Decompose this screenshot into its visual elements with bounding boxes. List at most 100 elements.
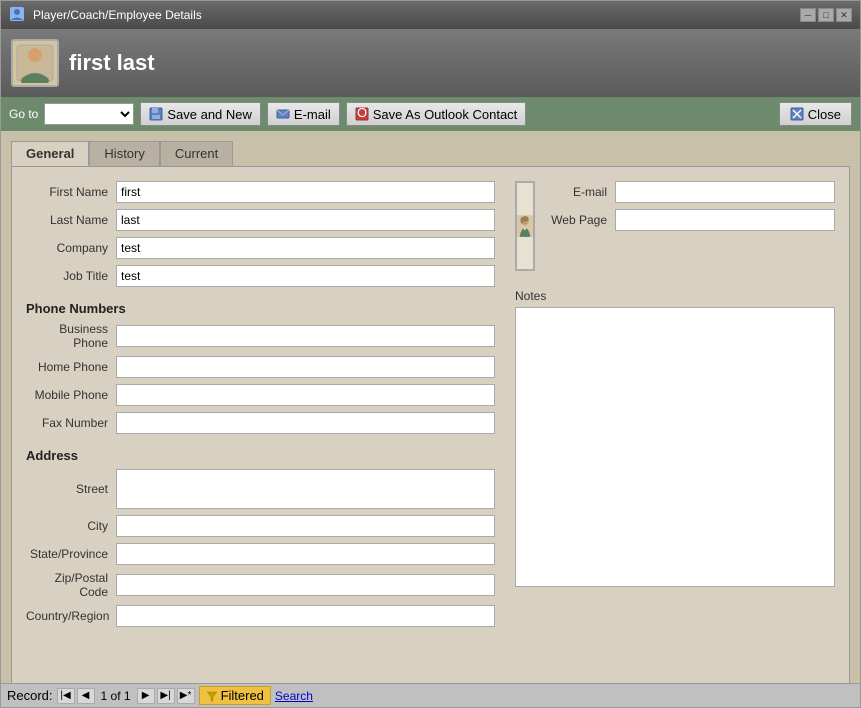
title-bar-text: Player/Coach/Employee Details <box>33 8 202 22</box>
last-name-input[interactable] <box>116 209 495 231</box>
state-label: State/Province <box>26 547 116 561</box>
svg-text:O: O <box>357 107 367 120</box>
city-row: City <box>26 515 495 537</box>
email-btn-label: E-mail <box>294 107 331 122</box>
mobile-phone-row: Mobile Phone <box>26 384 495 406</box>
tab-content-general: First Name Last Name Company Job Title <box>11 166 850 683</box>
fax-number-label: Fax Number <box>26 416 116 430</box>
filtered-badge: Filtered <box>199 686 271 705</box>
person-photo <box>517 185 533 267</box>
last-name-row: Last Name <box>26 209 495 231</box>
zip-row: Zip/Postal Code <box>26 571 495 599</box>
business-phone-input[interactable] <box>116 325 495 347</box>
first-name-input[interactable] <box>116 181 495 203</box>
company-label: Company <box>26 241 116 255</box>
outlook-icon: O <box>355 107 369 121</box>
notes-input[interactable] <box>515 307 835 587</box>
country-row: Country/Region <box>26 605 495 627</box>
email-row: E-mail <box>545 181 835 203</box>
webpage-row: Web Page <box>545 209 835 231</box>
photo-box <box>515 181 535 271</box>
title-bar-controls: ─ □ ✕ <box>800 8 852 22</box>
city-label: City <box>26 519 116 533</box>
status-bar: Record: |◀ ◀ 1 of 1 ▶ ▶| ▶* Filtered Sea… <box>1 683 860 707</box>
close-window-button[interactable]: ✕ <box>836 8 852 22</box>
tab-current[interactable]: Current <box>160 141 233 166</box>
nav-prev-button[interactable]: ◀ <box>77 688 95 704</box>
email-label: E-mail <box>545 185 615 199</box>
save-outlook-label: Save As Outlook Contact <box>373 107 518 122</box>
home-phone-row: Home Phone <box>26 356 495 378</box>
mobile-phone-label: Mobile Phone <box>26 388 116 402</box>
goto-label: Go to <box>9 107 38 121</box>
form-left: First Name Last Name Company Job Title <box>26 181 495 633</box>
nav-first-button[interactable]: |◀ <box>57 688 75 704</box>
country-input[interactable] <box>116 605 495 627</box>
maximize-button[interactable]: □ <box>818 8 834 22</box>
header-icon <box>11 39 59 87</box>
zip-label: Zip/Postal Code <box>26 571 116 599</box>
save-and-new-button[interactable]: Save and New <box>140 102 261 126</box>
search-link[interactable]: Search <box>275 689 313 703</box>
record-label: Record: <box>7 688 53 703</box>
close-icon <box>790 107 804 121</box>
fax-number-row: Fax Number <box>26 412 495 434</box>
email-button[interactable]: E-mail <box>267 102 340 126</box>
tab-general[interactable]: General <box>11 141 89 166</box>
mobile-phone-input[interactable] <box>116 384 495 406</box>
business-phone-label: Business Phone <box>26 322 116 350</box>
form-grid: First Name Last Name Company Job Title <box>26 181 835 633</box>
webpage-label: Web Page <box>545 213 615 227</box>
company-input[interactable] <box>116 237 495 259</box>
nav-last-button[interactable]: ▶| <box>157 688 175 704</box>
address-section-title: Address <box>26 448 495 463</box>
filtered-label: Filtered <box>221 688 264 703</box>
minimize-button[interactable]: ─ <box>800 8 816 22</box>
street-label: Street <box>26 482 116 496</box>
email-icon <box>276 107 290 121</box>
save-icon <box>149 107 163 121</box>
header-title: first last <box>69 50 155 76</box>
filter-icon <box>206 690 218 702</box>
street-input[interactable] <box>116 469 495 509</box>
main-window: Player/Coach/Employee Details ─ □ ✕ firs… <box>0 0 861 708</box>
home-phone-label: Home Phone <box>26 360 116 374</box>
form-right: E-mail Web Page Notes <box>515 181 835 633</box>
contact-fields: E-mail Web Page <box>545 181 835 279</box>
business-phone-row: Business Phone <box>26 322 495 350</box>
last-name-label: Last Name <box>26 213 116 227</box>
webpage-input[interactable] <box>615 209 835 231</box>
city-input[interactable] <box>116 515 495 537</box>
goto-select[interactable]: General History Current <box>44 103 134 125</box>
street-row: Street <box>26 469 495 509</box>
state-input[interactable] <box>116 543 495 565</box>
content-area: General History Current First Name <box>1 131 860 683</box>
job-title-row: Job Title <box>26 265 495 287</box>
first-name-row: First Name <box>26 181 495 203</box>
save-and-new-label: Save and New <box>167 107 252 122</box>
save-outlook-button[interactable]: O Save As Outlook Contact <box>346 102 527 126</box>
company-row: Company <box>26 237 495 259</box>
title-bar: Player/Coach/Employee Details ─ □ ✕ <box>1 1 860 29</box>
zip-input[interactable] <box>116 574 495 596</box>
job-title-input[interactable] <box>116 265 495 287</box>
home-phone-input[interactable] <box>116 356 495 378</box>
title-bar-icon <box>9 6 25 25</box>
record-info: 1 of 1 <box>101 689 131 703</box>
toolbar: Go to General History Current Save and N… <box>1 97 860 131</box>
tab-history[interactable]: History <box>89 141 159 166</box>
first-name-label: First Name <box>26 185 116 199</box>
email-input[interactable] <box>615 181 835 203</box>
nav-new-button[interactable]: ▶* <box>177 688 195 704</box>
tabs: General History Current <box>11 141 850 166</box>
record-nav: |◀ ◀ 1 of 1 ▶ ▶| ▶* <box>57 688 195 704</box>
phone-section-title: Phone Numbers <box>26 301 495 316</box>
nav-next-button[interactable]: ▶ <box>137 688 155 704</box>
fax-number-input[interactable] <box>116 412 495 434</box>
notes-label: Notes <box>515 289 835 303</box>
country-label: Country/Region <box>26 609 116 623</box>
header-bar: first last <box>1 29 860 97</box>
state-row: State/Province <box>26 543 495 565</box>
close-btn-label: Close <box>808 107 841 122</box>
close-button[interactable]: Close <box>779 102 852 126</box>
